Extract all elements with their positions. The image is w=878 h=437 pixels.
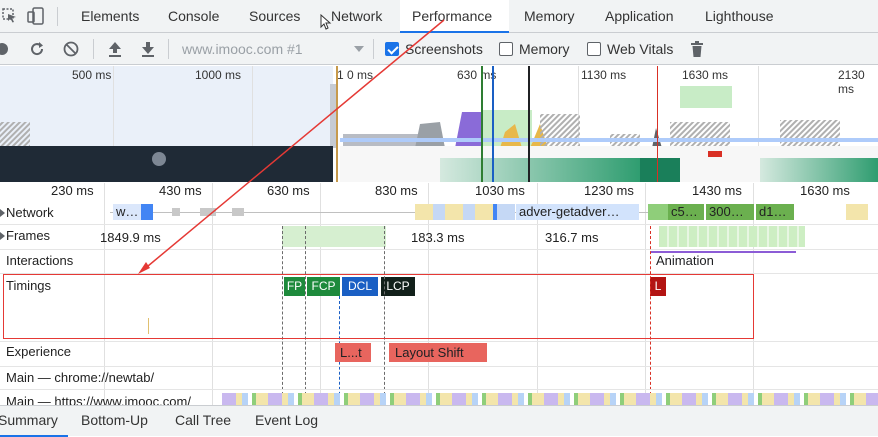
annotation-arrow	[138, 19, 445, 274]
